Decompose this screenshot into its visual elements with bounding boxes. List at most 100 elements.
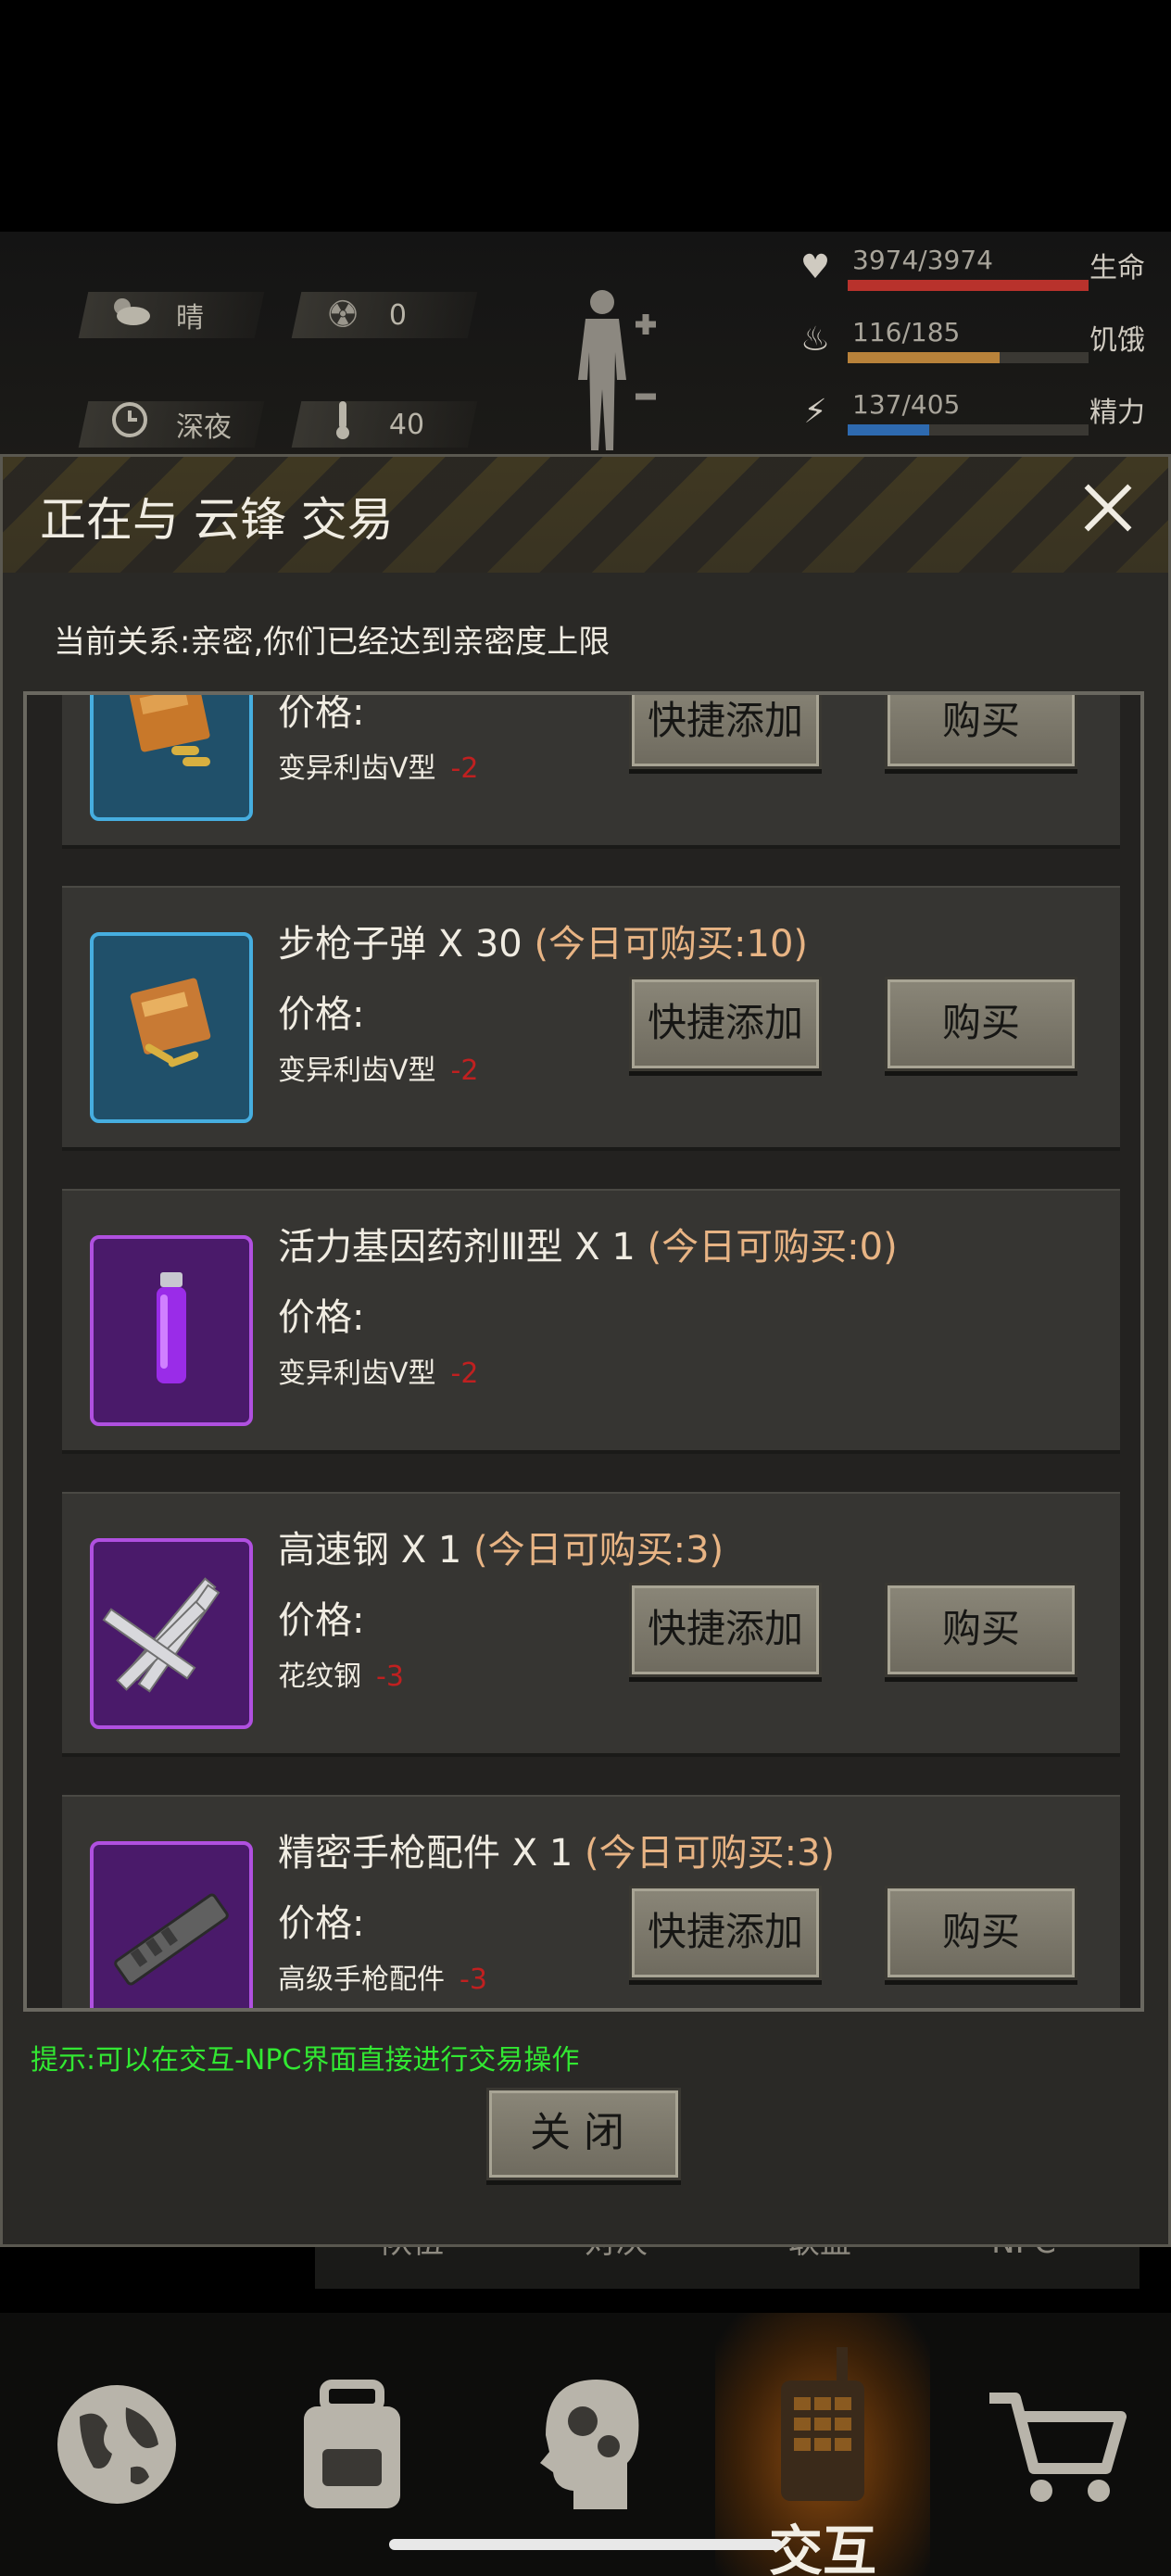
cart-icon bbox=[989, 2393, 1127, 2502]
item-name: 高速钢 X 1 bbox=[278, 1529, 462, 1572]
quick-add-button[interactable]: 快捷添加 bbox=[629, 977, 822, 1071]
nav-shop[interactable] bbox=[951, 2313, 1165, 2576]
price-cost: -3 bbox=[460, 1964, 487, 1996]
stat-value: 116/185 bbox=[852, 317, 961, 347]
price-label: 价格: bbox=[278, 993, 365, 1036]
stat-bar bbox=[848, 352, 1089, 363]
price-item-name: 花纹钢 bbox=[278, 1661, 361, 1693]
energy-head-icon: ⚡ bbox=[803, 393, 827, 431]
stat-name: 饥饿 bbox=[1089, 324, 1145, 357]
item-icon-frame[interactable] bbox=[90, 1538, 253, 1729]
stat-value: 3974/3974 bbox=[852, 245, 993, 275]
temperature-chip: 40 bbox=[291, 401, 478, 448]
heart-pulse-icon: ♥ bbox=[800, 248, 831, 286]
close-button[interactable]: 关闭 bbox=[486, 2088, 681, 2180]
cloud-sun-icon bbox=[102, 294, 157, 336]
nav-backpack[interactable] bbox=[245, 2313, 460, 2576]
nav-world[interactable] bbox=[9, 2313, 224, 2576]
price-item-name: 变异利齿Ⅴ型 bbox=[278, 752, 436, 785]
item-quota: (今日可购买:10) bbox=[534, 923, 809, 966]
dialog-title: 正在与 云锋 交易 bbox=[40, 493, 394, 547]
stat-row: ⚡ 137/405 精力 bbox=[778, 385, 1167, 441]
radiation-icon: ☢ bbox=[326, 294, 359, 336]
stat-bar bbox=[848, 280, 1089, 291]
price-label: 价格: bbox=[278, 1902, 365, 1945]
item-title: 步枪子弹 X 30 (今日可购买:10) bbox=[278, 914, 808, 967]
relation-status: 当前关系:亲密,你们已经达到亲密度上限 bbox=[54, 624, 611, 661]
radiation-chip: ☢ 0 bbox=[291, 292, 478, 338]
body-status-figure[interactable] bbox=[565, 287, 658, 454]
item-quota: (今日可购买:0) bbox=[647, 1226, 898, 1269]
price-label: 价格: bbox=[278, 691, 365, 734]
clock-icon bbox=[102, 401, 157, 448]
pistol-parts-icon bbox=[102, 1870, 241, 2003]
stat-bar-fill bbox=[848, 280, 1089, 291]
item-icon-frame[interactable] bbox=[90, 695, 253, 821]
price-item: 变异利齿Ⅴ型 -2 bbox=[278, 1047, 478, 1088]
price-cost: -2 bbox=[450, 752, 479, 785]
trade-item: 精密手枪配件 X 1 (今日可购买:3) 价格: 高级手枪配件 -3 快捷添加 购买 bbox=[62, 1795, 1120, 2008]
ammo-box-icon bbox=[116, 695, 227, 783]
price-cost: -2 bbox=[450, 1054, 479, 1087]
price-item: 高级手枪配件 -3 bbox=[278, 1956, 487, 1997]
stat-value: 137/405 bbox=[852, 389, 961, 420]
walkie-talkie-icon bbox=[781, 2347, 864, 2501]
item-title: 高速钢 X 1 (今日可购买:3) bbox=[278, 1520, 724, 1573]
trade-item: 高速钢 X 1 (今日可购买:3) 价格: 花纹钢 -3 快捷添加 购买 bbox=[62, 1492, 1120, 1757]
stat-name: 精力 bbox=[1089, 397, 1145, 429]
weather-chip: 晴 bbox=[78, 292, 265, 338]
bottom-nav: 交互 bbox=[0, 2313, 1171, 2576]
buy-button[interactable]: 购买 bbox=[885, 695, 1077, 769]
price-item-name: 变异利齿Ⅴ型 bbox=[278, 1357, 436, 1390]
item-icon-frame[interactable] bbox=[90, 1841, 253, 2008]
trade-item: 活力基因药剂Ⅲ型 X 1 (今日可购买:0) 价格: 变异利齿Ⅴ型 -2 bbox=[62, 1189, 1120, 1454]
close-icon[interactable] bbox=[1076, 475, 1140, 540]
quick-add-button[interactable]: 快捷添加 bbox=[629, 1583, 822, 1677]
steel-bars-icon bbox=[102, 1567, 241, 1700]
quick-add-button[interactable]: 快捷添加 bbox=[629, 695, 822, 769]
trade-item: 价格: 变异利齿Ⅴ型 -2 快捷添加 购买 bbox=[62, 691, 1120, 849]
trade-item: 步枪子弹 X 30 (今日可购买:10) 价格: 变异利齿Ⅴ型 -2 快捷添加 购买 bbox=[62, 886, 1120, 1151]
price-item: 变异利齿Ⅴ型 -2 bbox=[278, 745, 478, 786]
price-label: 价格: bbox=[278, 1599, 365, 1642]
price-cost: -3 bbox=[376, 1661, 404, 1693]
item-name: 步枪子弹 X 30 bbox=[278, 923, 523, 966]
item-quota: (今日可购买:3) bbox=[585, 1832, 836, 1875]
stat-row: ♥ 3974/3974 生命 bbox=[778, 241, 1167, 297]
weather-label: 晴 bbox=[176, 302, 204, 335]
head-gears-icon bbox=[540, 2380, 639, 2509]
trade-dialog: 正在与 云锋 交易 当前关系:亲密,你们已经达到亲密度上限 价格: 变异利齿Ⅴ型 -… bbox=[0, 454, 1171, 2247]
radiation-value: 0 bbox=[389, 298, 408, 332]
buy-button[interactable]: 购买 bbox=[885, 1583, 1077, 1677]
item-icon-frame[interactable] bbox=[90, 1235, 253, 1426]
price-item: 变异利齿Ⅴ型 -2 bbox=[278, 1350, 478, 1391]
price-item: 花纹钢 -3 bbox=[278, 1653, 404, 1694]
buy-button[interactable]: 购买 bbox=[885, 1886, 1077, 1980]
trade-item-list[interactable]: 价格: 变异利齿Ⅴ型 -2 快捷添加 购买 步枪子弹 X 30 (今日可购买:10) 价格:… bbox=[23, 691, 1144, 2012]
time-chip: 深夜 bbox=[78, 401, 265, 448]
price-item-name: 变异利齿Ⅴ型 bbox=[278, 1054, 436, 1087]
backpack-icon bbox=[304, 2380, 400, 2508]
buy-button[interactable]: 购买 bbox=[885, 977, 1077, 1071]
price-cost: -2 bbox=[450, 1357, 479, 1390]
time-label: 深夜 bbox=[176, 411, 232, 444]
stat-bar-fill bbox=[848, 424, 930, 436]
status-hud: 晴 ☢ 0 深夜 40 ♥ 3974/3974 生命 ♨ 116/185 饥饿 ⚡ 137/4… bbox=[0, 232, 1171, 463]
tip-text: 提示:可以在交互-NPC界面直接进行交易操作 bbox=[31, 2044, 580, 2077]
quick-add-button[interactable]: 快捷添加 bbox=[629, 1886, 822, 1980]
nav-interact[interactable]: 交互 bbox=[715, 2313, 930, 2576]
item-name: 精密手枪配件 X 1 bbox=[278, 1832, 573, 1875]
item-name: 活力基因药剂Ⅲ型 X 1 bbox=[278, 1226, 636, 1269]
item-quota: (今日可购买:3) bbox=[473, 1529, 724, 1572]
vial-icon bbox=[144, 1269, 199, 1393]
stomach-icon: ♨ bbox=[800, 321, 831, 359]
stat-bar bbox=[848, 424, 1089, 436]
stat-row: ♨ 116/185 饥饿 bbox=[778, 313, 1167, 369]
price-item-name: 高级手枪配件 bbox=[278, 1964, 445, 1996]
globe-icon bbox=[57, 2385, 176, 2504]
item-icon-frame[interactable] bbox=[90, 932, 253, 1123]
stat-name: 生命 bbox=[1089, 252, 1145, 284]
nav-skills[interactable] bbox=[480, 2313, 695, 2576]
rifle-ammo-icon bbox=[116, 970, 227, 1085]
temperature-value: 40 bbox=[389, 408, 425, 441]
